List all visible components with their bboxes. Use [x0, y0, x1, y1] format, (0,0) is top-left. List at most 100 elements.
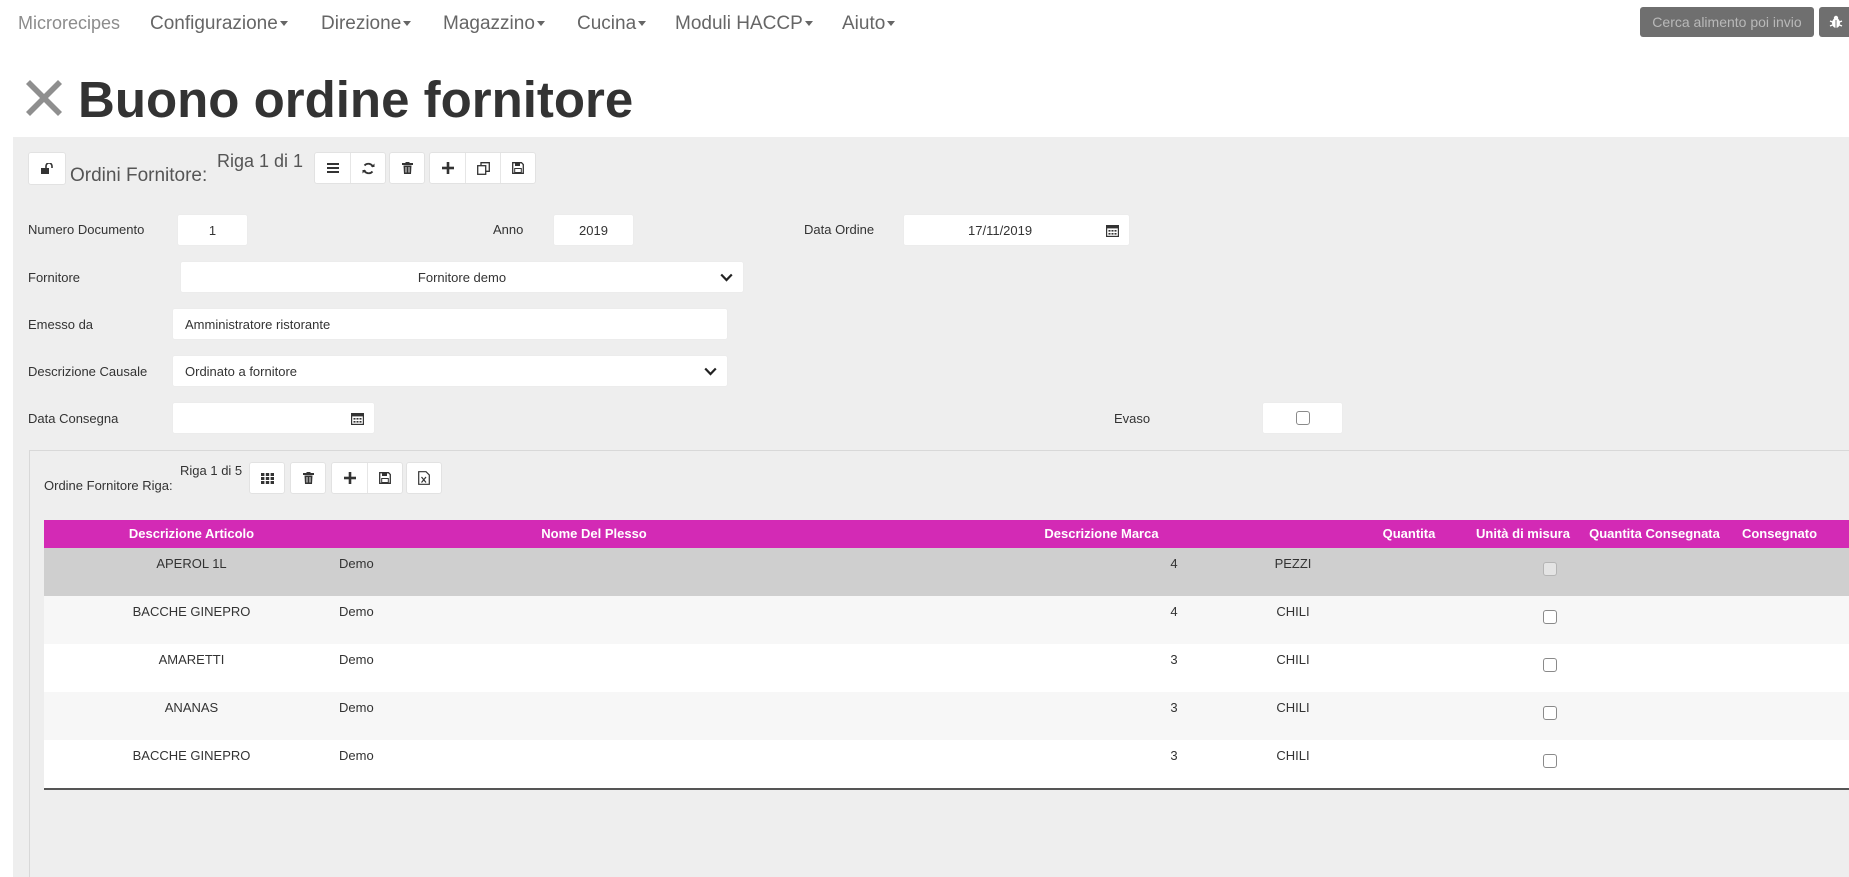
consegnato-checkbox[interactable]: [1542, 706, 1557, 720]
trash-icon: [302, 472, 314, 484]
refresh-button[interactable]: [350, 153, 385, 183]
unlock-button[interactable]: [28, 152, 66, 185]
col-descrizione-articolo[interactable]: Descrizione Articolo: [44, 520, 339, 548]
menu-cucina[interactable]: Cucina: [577, 13, 647, 35]
col-consegnato[interactable]: Consegnato: [1727, 520, 1832, 548]
nav-button-group: [314, 152, 386, 184]
record-indicator: Riga 1 di 1: [217, 151, 304, 171]
row-save-button[interactable]: [367, 463, 402, 493]
brand-link[interactable]: Microrecipes: [18, 13, 120, 34]
cell-consegnata: [1352, 548, 1497, 596]
cell-quantita: 4: [1170, 556, 1178, 571]
emesso-da-input[interactable]: Amministratore ristorante: [172, 308, 728, 340]
cell-unita: CHILI: [1276, 604, 1310, 619]
cell-consegnata: [1352, 740, 1497, 788]
trash-icon: [401, 162, 413, 174]
row-edit-button-group: [331, 462, 403, 494]
caret-down-icon: [403, 21, 412, 27]
grid-view-button[interactable]: [249, 462, 285, 494]
data-ordine-label: Data Ordine: [804, 222, 875, 237]
emesso-da-label: Emesso da: [28, 317, 94, 332]
save-icon: [379, 472, 391, 484]
menu-aiuto[interactable]: Aiuto: [842, 13, 896, 35]
plus-icon: [343, 472, 356, 484]
table-header: Descrizione Articolo Nome Del Plesso Des…: [44, 520, 1849, 548]
consegnato-checkbox[interactable]: [1542, 658, 1557, 672]
refresh-icon: [362, 162, 374, 174]
list-icon: [326, 163, 339, 173]
data-consegna-label: Data Consegna: [28, 411, 119, 426]
cell-unita: PEZZI: [1274, 556, 1312, 571]
descrizione-causale-label: Descrizione Causale: [28, 364, 148, 379]
cell-articolo: ANANAS: [164, 700, 219, 715]
list-button[interactable]: [315, 153, 350, 183]
add-button[interactable]: [430, 153, 465, 183]
cell-articolo: BACCHE GINEPRO: [132, 604, 251, 619]
cell-consegnato: [1497, 644, 1602, 692]
consegnato-checkbox[interactable]: [1542, 562, 1557, 576]
calendar-icon[interactable]: [1106, 224, 1119, 237]
search-food-button[interactable]: Cerca alimento poi invio: [1640, 7, 1814, 37]
menu-direzione[interactable]: Direzione: [321, 13, 412, 35]
plus-icon: [441, 162, 454, 174]
save-button[interactable]: [500, 153, 535, 183]
consegnato-checkbox[interactable]: [1542, 610, 1557, 624]
excel-file-icon: [418, 471, 430, 485]
table-row[interactable]: APEROL 1L Demo 4 PEZZI: [44, 548, 1849, 596]
cell-marca: [609, 548, 1114, 596]
descrizione-causale-select[interactable]: Ordinato a fornitore: [172, 355, 728, 387]
menu-configurazione[interactable]: Configurazione: [150, 13, 288, 35]
col-nome-del-plesso[interactable]: Nome Del Plesso: [339, 520, 849, 548]
save-icon: [512, 162, 524, 174]
col-descrizione-marca[interactable]: Descrizione Marca: [849, 520, 1354, 548]
data-consegna-input[interactable]: [172, 402, 375, 434]
close-icon[interactable]: [24, 78, 64, 118]
cell-unita: CHILI: [1276, 700, 1310, 715]
cell-marca: [609, 644, 1114, 692]
chevron-down-icon: [720, 273, 733, 282]
delete-button[interactable]: [389, 152, 425, 184]
menu-magazzino[interactable]: Magazzino: [443, 13, 545, 35]
export-excel-button[interactable]: [406, 462, 442, 494]
row-delete-button[interactable]: [290, 462, 326, 494]
table-row[interactable]: AMARETTI Demo 3 CHILI: [44, 644, 1849, 692]
fornitore-label: Fornitore: [28, 270, 81, 285]
cell-articolo: AMARETTI: [158, 652, 225, 667]
anno-input[interactable]: 2019: [553, 214, 634, 246]
edit-button-group: [429, 152, 536, 184]
col-quantita-consegnata[interactable]: Quantita Consegnata: [1582, 520, 1727, 548]
cell-plesso: Demo: [339, 700, 374, 715]
copy-button[interactable]: [465, 153, 500, 183]
numero-documento-label: Numero Documento: [28, 222, 145, 237]
fornitore-select[interactable]: Fornitore demo: [180, 261, 744, 293]
consegnato-checkbox[interactable]: [1542, 754, 1557, 768]
bug-report-button[interactable]: [1819, 7, 1849, 37]
bug-icon: [1829, 15, 1843, 28]
data-ordine-input[interactable]: 17/11/2019: [903, 214, 1130, 246]
cell-articolo: BACCHE GINEPRO: [132, 748, 251, 763]
cell-consegnata: [1352, 692, 1497, 740]
calendar-icon[interactable]: [351, 412, 364, 425]
evaso-checkbox[interactable]: [1295, 411, 1310, 425]
table-row[interactable]: ANANAS Demo 3 CHILI: [44, 692, 1849, 740]
rows-record-indicator: Riga 1 di 5: [180, 463, 243, 478]
table-row[interactable]: BACCHE GINEPRO Demo 4 CHILI: [44, 596, 1849, 644]
cell-consegnato: [1497, 740, 1602, 788]
col-quantita[interactable]: Quantita: [1354, 520, 1464, 548]
cell-plesso: Demo: [339, 748, 374, 763]
cell-quantita: 4: [1170, 604, 1178, 619]
col-unita-di-misura[interactable]: Unità di misura: [1464, 520, 1582, 548]
orders-label: Ordini Fornitore:: [70, 165, 208, 186]
row-add-button[interactable]: [332, 463, 367, 493]
menu-moduli-haccp[interactable]: Moduli HACCP: [675, 13, 813, 35]
table-row[interactable]: BACCHE GINEPRO Demo 3 CHILI: [44, 740, 1849, 788]
cell-marca: [609, 740, 1114, 788]
numero-documento-input[interactable]: 1: [177, 214, 248, 246]
order-rows-table: Descrizione Articolo Nome Del Plesso Des…: [44, 520, 1849, 790]
top-navbar: Microrecipes Configurazione Direzione Ma…: [0, 0, 1849, 48]
caret-down-icon: [279, 21, 288, 27]
cell-quantita: 3: [1170, 652, 1178, 667]
unlock-icon: [41, 162, 53, 174]
cell-marca: [609, 596, 1114, 644]
cell-marca: [609, 692, 1114, 740]
